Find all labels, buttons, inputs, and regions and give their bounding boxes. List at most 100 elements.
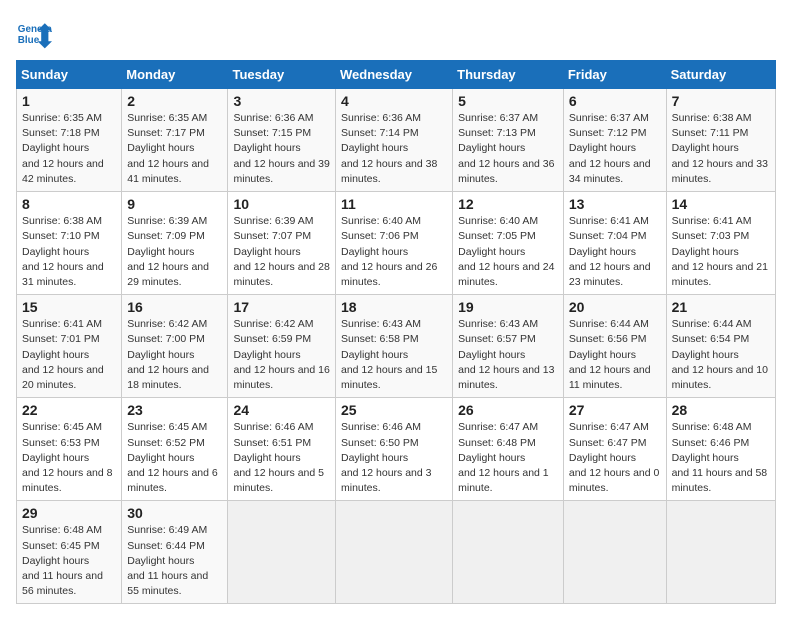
day-number: 27 — [569, 402, 661, 418]
day-info: Sunrise: 6:47 AM Sunset: 6:47 PM Dayligh… — [569, 420, 661, 496]
day-info: Sunrise: 6:37 AM Sunset: 7:12 PM Dayligh… — [569, 111, 661, 187]
day-number: 10 — [233, 196, 330, 212]
week-row-2: 8 Sunrise: 6:38 AM Sunset: 7:10 PM Dayli… — [17, 192, 776, 295]
day-number: 25 — [341, 402, 447, 418]
col-header-monday: Monday — [122, 61, 228, 89]
day-cell — [666, 501, 775, 604]
week-row-3: 15 Sunrise: 6:41 AM Sunset: 7:01 PM Dayl… — [17, 295, 776, 398]
day-cell: 9 Sunrise: 6:39 AM Sunset: 7:09 PM Dayli… — [122, 192, 228, 295]
day-info: Sunrise: 6:39 AM Sunset: 7:07 PM Dayligh… — [233, 214, 330, 290]
day-number: 23 — [127, 402, 222, 418]
day-number: 20 — [569, 299, 661, 315]
day-cell: 7 Sunrise: 6:38 AM Sunset: 7:11 PM Dayli… — [666, 89, 775, 192]
header-row: SundayMondayTuesdayWednesdayThursdayFrid… — [17, 61, 776, 89]
day-number: 6 — [569, 93, 661, 109]
day-info: Sunrise: 6:42 AM Sunset: 7:00 PM Dayligh… — [127, 317, 222, 393]
day-cell — [228, 501, 336, 604]
day-number: 2 — [127, 93, 222, 109]
day-cell: 21 Sunrise: 6:44 AM Sunset: 6:54 PM Dayl… — [666, 295, 775, 398]
day-cell: 6 Sunrise: 6:37 AM Sunset: 7:12 PM Dayli… — [563, 89, 666, 192]
day-cell: 10 Sunrise: 6:39 AM Sunset: 7:07 PM Dayl… — [228, 192, 336, 295]
day-info: Sunrise: 6:44 AM Sunset: 6:54 PM Dayligh… — [672, 317, 770, 393]
day-info: Sunrise: 6:38 AM Sunset: 7:11 PM Dayligh… — [672, 111, 770, 187]
day-info: Sunrise: 6:40 AM Sunset: 7:05 PM Dayligh… — [458, 214, 558, 290]
day-number: 24 — [233, 402, 330, 418]
week-row-4: 22 Sunrise: 6:45 AM Sunset: 6:53 PM Dayl… — [17, 398, 776, 501]
week-row-5: 29 Sunrise: 6:48 AM Sunset: 6:45 PM Dayl… — [17, 501, 776, 604]
day-info: Sunrise: 6:40 AM Sunset: 7:06 PM Dayligh… — [341, 214, 447, 290]
day-number: 7 — [672, 93, 770, 109]
day-info: Sunrise: 6:48 AM Sunset: 6:45 PM Dayligh… — [22, 523, 116, 599]
col-header-saturday: Saturday — [666, 61, 775, 89]
day-number: 26 — [458, 402, 558, 418]
day-number: 28 — [672, 402, 770, 418]
logo: General Blue — [16, 16, 56, 52]
day-cell — [563, 501, 666, 604]
day-number: 4 — [341, 93, 447, 109]
day-info: Sunrise: 6:49 AM Sunset: 6:44 PM Dayligh… — [127, 523, 222, 599]
day-info: Sunrise: 6:36 AM Sunset: 7:15 PM Dayligh… — [233, 111, 330, 187]
day-cell: 11 Sunrise: 6:40 AM Sunset: 7:06 PM Dayl… — [336, 192, 453, 295]
day-info: Sunrise: 6:44 AM Sunset: 6:56 PM Dayligh… — [569, 317, 661, 393]
day-info: Sunrise: 6:48 AM Sunset: 6:46 PM Dayligh… — [672, 420, 770, 496]
day-cell — [336, 501, 453, 604]
day-info: Sunrise: 6:45 AM Sunset: 6:53 PM Dayligh… — [22, 420, 116, 496]
page-header: General Blue — [16, 16, 776, 52]
week-row-1: 1 Sunrise: 6:35 AM Sunset: 7:18 PM Dayli… — [17, 89, 776, 192]
day-info: Sunrise: 6:46 AM Sunset: 6:50 PM Dayligh… — [341, 420, 447, 496]
day-cell: 17 Sunrise: 6:42 AM Sunset: 6:59 PM Dayl… — [228, 295, 336, 398]
calendar-table: SundayMondayTuesdayWednesdayThursdayFrid… — [16, 60, 776, 604]
day-cell: 16 Sunrise: 6:42 AM Sunset: 7:00 PM Dayl… — [122, 295, 228, 398]
day-number: 18 — [341, 299, 447, 315]
day-number: 11 — [341, 196, 447, 212]
day-info: Sunrise: 6:41 AM Sunset: 7:03 PM Dayligh… — [672, 214, 770, 290]
day-number: 14 — [672, 196, 770, 212]
day-info: Sunrise: 6:38 AM Sunset: 7:10 PM Dayligh… — [22, 214, 116, 290]
day-cell: 4 Sunrise: 6:36 AM Sunset: 7:14 PM Dayli… — [336, 89, 453, 192]
col-header-friday: Friday — [563, 61, 666, 89]
day-number: 13 — [569, 196, 661, 212]
day-number: 22 — [22, 402, 116, 418]
day-cell: 13 Sunrise: 6:41 AM Sunset: 7:04 PM Dayl… — [563, 192, 666, 295]
svg-text:Blue: Blue — [18, 35, 40, 46]
day-cell: 27 Sunrise: 6:47 AM Sunset: 6:47 PM Dayl… — [563, 398, 666, 501]
day-number: 9 — [127, 196, 222, 212]
day-number: 15 — [22, 299, 116, 315]
col-header-wednesday: Wednesday — [336, 61, 453, 89]
day-cell: 12 Sunrise: 6:40 AM Sunset: 7:05 PM Dayl… — [453, 192, 564, 295]
day-cell: 24 Sunrise: 6:46 AM Sunset: 6:51 PM Dayl… — [228, 398, 336, 501]
day-cell: 3 Sunrise: 6:36 AM Sunset: 7:15 PM Dayli… — [228, 89, 336, 192]
day-info: Sunrise: 6:47 AM Sunset: 6:48 PM Dayligh… — [458, 420, 558, 496]
day-cell: 25 Sunrise: 6:46 AM Sunset: 6:50 PM Dayl… — [336, 398, 453, 501]
day-info: Sunrise: 6:37 AM Sunset: 7:13 PM Dayligh… — [458, 111, 558, 187]
col-header-thursday: Thursday — [453, 61, 564, 89]
day-info: Sunrise: 6:41 AM Sunset: 7:01 PM Dayligh… — [22, 317, 116, 393]
day-cell: 18 Sunrise: 6:43 AM Sunset: 6:58 PM Dayl… — [336, 295, 453, 398]
day-number: 16 — [127, 299, 222, 315]
day-cell: 30 Sunrise: 6:49 AM Sunset: 6:44 PM Dayl… — [122, 501, 228, 604]
day-cell: 19 Sunrise: 6:43 AM Sunset: 6:57 PM Dayl… — [453, 295, 564, 398]
day-number: 29 — [22, 505, 116, 521]
day-cell: 22 Sunrise: 6:45 AM Sunset: 6:53 PM Dayl… — [17, 398, 122, 501]
day-info: Sunrise: 6:45 AM Sunset: 6:52 PM Dayligh… — [127, 420, 222, 496]
day-cell: 28 Sunrise: 6:48 AM Sunset: 6:46 PM Dayl… — [666, 398, 775, 501]
day-cell: 20 Sunrise: 6:44 AM Sunset: 6:56 PM Dayl… — [563, 295, 666, 398]
day-cell: 26 Sunrise: 6:47 AM Sunset: 6:48 PM Dayl… — [453, 398, 564, 501]
day-number: 5 — [458, 93, 558, 109]
day-cell — [453, 501, 564, 604]
col-header-sunday: Sunday — [17, 61, 122, 89]
day-number: 21 — [672, 299, 770, 315]
day-number: 17 — [233, 299, 330, 315]
day-cell: 5 Sunrise: 6:37 AM Sunset: 7:13 PM Dayli… — [453, 89, 564, 192]
day-info: Sunrise: 6:39 AM Sunset: 7:09 PM Dayligh… — [127, 214, 222, 290]
day-number: 12 — [458, 196, 558, 212]
day-number: 30 — [127, 505, 222, 521]
day-info: Sunrise: 6:46 AM Sunset: 6:51 PM Dayligh… — [233, 420, 330, 496]
day-number: 3 — [233, 93, 330, 109]
day-number: 1 — [22, 93, 116, 109]
day-cell: 15 Sunrise: 6:41 AM Sunset: 7:01 PM Dayl… — [17, 295, 122, 398]
day-cell: 1 Sunrise: 6:35 AM Sunset: 7:18 PM Dayli… — [17, 89, 122, 192]
logo-icon: General Blue — [16, 16, 52, 52]
day-number: 19 — [458, 299, 558, 315]
day-cell: 8 Sunrise: 6:38 AM Sunset: 7:10 PM Dayli… — [17, 192, 122, 295]
